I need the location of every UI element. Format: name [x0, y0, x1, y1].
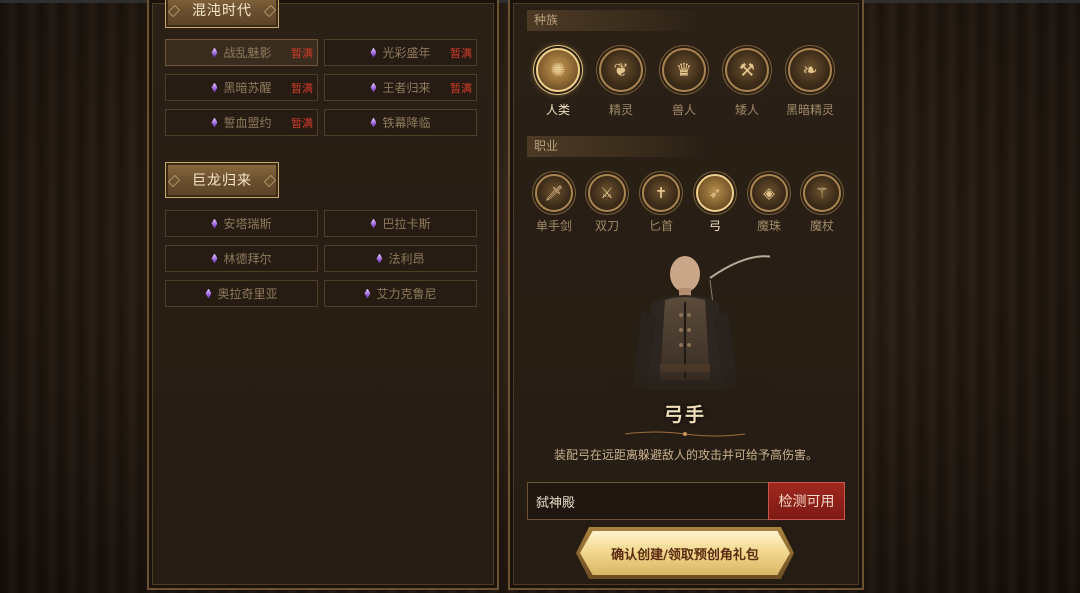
- class-label: 魔杖: [809, 219, 834, 233]
- server-group-header[interactable]: 巨龙归来: [165, 162, 279, 198]
- gem-icon: [211, 218, 218, 229]
- gem-icon: [370, 82, 377, 93]
- class-section-header: 职业: [527, 136, 707, 157]
- race-label: 人类: [545, 103, 570, 117]
- orb-icon[interactable]: ◈: [750, 174, 788, 212]
- dark-elf-emblem-icon[interactable]: ❧: [788, 48, 832, 92]
- server-name: 黑暗苏醒: [223, 81, 272, 95]
- server-name: 法利昂: [388, 252, 425, 266]
- dagger-icon[interactable]: ✝: [642, 174, 680, 212]
- orc-emblem-icon[interactable]: ♛: [662, 48, 706, 92]
- server-name: 誓血盟约: [223, 116, 272, 130]
- server-item[interactable]: 安塔瑞斯: [165, 210, 318, 237]
- sword-icon[interactable]: 🗡: [535, 174, 573, 212]
- server-item[interactable]: 王者归来 暂满: [324, 74, 477, 101]
- gem-icon: [211, 47, 218, 58]
- dwarf-emblem-icon[interactable]: ⚒: [725, 48, 769, 92]
- gem-icon: [211, 82, 218, 93]
- class-title: 弓手: [663, 404, 706, 426]
- bow-icon[interactable]: ➶: [696, 174, 734, 212]
- server-name: 奥拉奇里亚: [217, 287, 278, 301]
- title-flourish: [625, 431, 745, 437]
- human-emblem-icon[interactable]: ✺: [536, 48, 580, 92]
- server-name: 铁幕降临: [382, 116, 431, 130]
- class-label: 双刀: [594, 219, 619, 233]
- server-item[interactable]: 艾力克鲁尼: [324, 280, 477, 307]
- server-status: 暂满: [291, 81, 313, 95]
- confirm-create-button[interactable]: 确认创建/领取预创角礼包: [580, 531, 790, 575]
- server-name: 光彩盛年: [382, 46, 431, 60]
- class-description: 装配弓在远距离躲避敌人的攻击并可给予高伤害。: [553, 448, 818, 462]
- gem-icon: [211, 253, 218, 264]
- dual-blades-icon[interactable]: ⚔: [588, 174, 626, 212]
- server-name: 艾力克鲁尼: [376, 287, 437, 301]
- gem-icon: [376, 253, 383, 264]
- gem-icon: [370, 218, 377, 229]
- gem-icon: [370, 47, 377, 58]
- server-status: 暂满: [450, 46, 472, 60]
- server-status: 暂满: [291, 116, 313, 130]
- server-item[interactable]: 铁幕降临: [324, 109, 477, 136]
- race-label: 黑暗精灵: [785, 103, 834, 117]
- server-item[interactable]: 黑暗苏醒 暂满: [165, 74, 318, 101]
- server-name: 王者归来: [382, 81, 431, 95]
- server-item[interactable]: 林德拜尔: [165, 245, 318, 272]
- server-item[interactable]: 光彩盛年 暂满: [324, 39, 477, 66]
- server-item[interactable]: 法利昂: [324, 245, 477, 272]
- race-label: 矮人: [734, 103, 759, 117]
- gem-icon: [211, 117, 218, 128]
- gem-icon: [364, 288, 371, 299]
- race-label: 精灵: [608, 103, 633, 117]
- check-availability-button[interactable]: 检测可用: [768, 482, 845, 520]
- race-section-header: 种族: [527, 10, 707, 31]
- archer-character-portrait: [610, 240, 770, 420]
- server-item[interactable]: 战乱魅影 暂满: [165, 39, 318, 66]
- staff-icon[interactable]: ⚚: [803, 174, 841, 212]
- elf-emblem-icon[interactable]: ❦: [599, 48, 643, 92]
- race-label: 兽人: [671, 103, 696, 117]
- class-label: 弓: [708, 219, 721, 233]
- server-name: 安塔瑞斯: [223, 217, 272, 231]
- gem-icon: [370, 117, 377, 128]
- character-name-input[interactable]: [527, 482, 769, 520]
- server-status: 暂满: [291, 46, 313, 60]
- server-name: 林德拜尔: [223, 252, 272, 266]
- server-item[interactable]: 奥拉奇里亚: [165, 280, 318, 307]
- server-item[interactable]: 巴拉卡斯: [324, 210, 477, 237]
- server-item[interactable]: 誓血盟约 暂满: [165, 109, 318, 136]
- class-label: 单手剑: [535, 219, 572, 233]
- class-label: 魔珠: [756, 219, 781, 233]
- server-name: 战乱魅影: [223, 46, 272, 60]
- server-status: 暂满: [450, 81, 472, 95]
- server-name: 巴拉卡斯: [382, 217, 431, 231]
- class-label: 匕首: [648, 219, 673, 233]
- gem-icon: [205, 288, 212, 299]
- server-group-header[interactable]: 混沌时代: [165, 0, 279, 28]
